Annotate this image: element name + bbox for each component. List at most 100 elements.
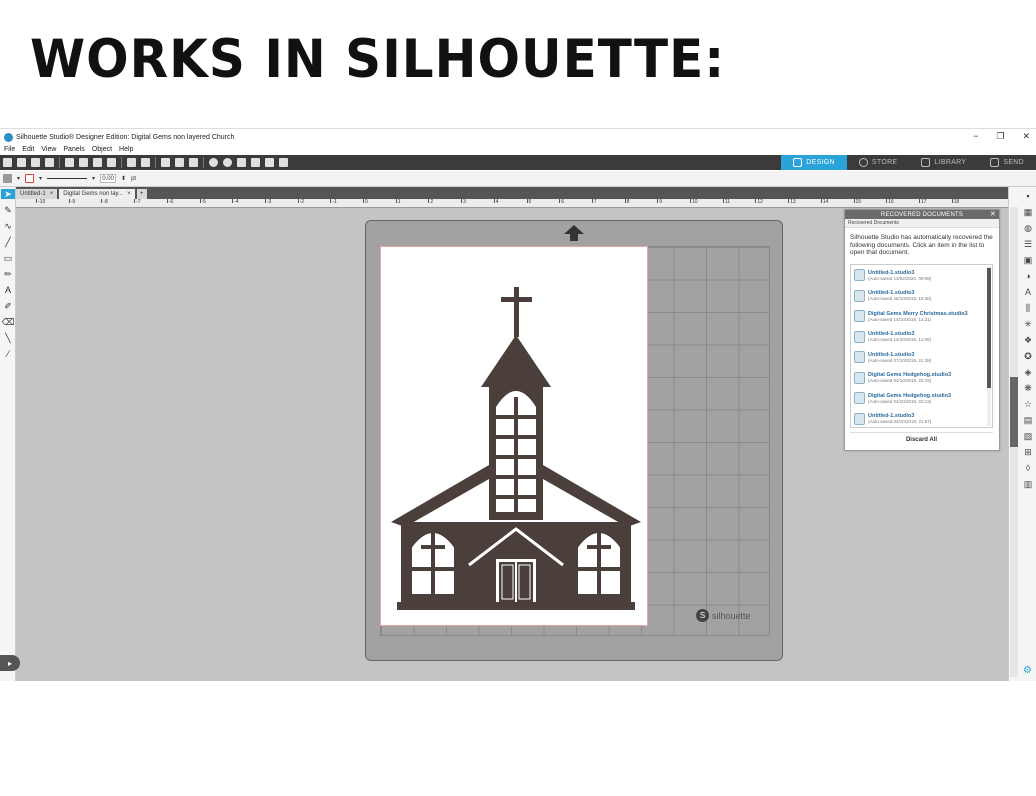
window-title: Silhouette Studio® Designer Edition: Dig… (16, 133, 235, 141)
rectangle-tool-icon[interactable]: ▭ (3, 253, 13, 263)
send-tab[interactable]: SEND (978, 155, 1036, 170)
line-style-dropdown-icon[interactable]: ▾ (92, 175, 95, 182)
studio-file-icon (854, 310, 865, 323)
print-icon[interactable] (45, 158, 54, 167)
recovered-item[interactable]: Digital Gems Hedgehog.studio3 (Auto-saved… (851, 368, 992, 389)
design-page[interactable] (380, 246, 648, 626)
text-tool-icon[interactable]: A (3, 285, 13, 295)
draw-tool-icon[interactable]: ✐ (3, 301, 13, 311)
emboss-panel-icon[interactable]: ◊ (1023, 463, 1033, 473)
line-color-swatch[interactable] (25, 174, 35, 183)
fill-pattern-icon[interactable] (3, 174, 12, 183)
redo-icon[interactable] (141, 158, 150, 167)
eraser-tool-icon[interactable]: ⌫ (2, 317, 15, 327)
line-panel-icon[interactable]: ☰ (1023, 239, 1033, 249)
recovered-item[interactable]: Digital Gems Merry Christmas.studio3 (Aut… (851, 306, 992, 327)
mat-brand-label: silhouette (712, 610, 751, 621)
ruler-tick (297, 199, 299, 203)
layers-panel-icon[interactable]: ▤ (1023, 415, 1033, 425)
new-tab-button[interactable]: + (136, 189, 147, 199)
vertical-scroll-thumb[interactable] (1010, 377, 1018, 447)
save-icon[interactable] (31, 158, 40, 167)
library-toggle-button[interactable]: ▸ (0, 655, 20, 671)
zoom-out-icon[interactable] (223, 158, 232, 167)
fit-page-icon[interactable] (279, 158, 288, 167)
list-scrollbar[interactable] (987, 266, 991, 426)
rhinestone-panel-icon[interactable]: ▥ (1023, 479, 1033, 489)
pencil-tool-icon[interactable]: ✏ (3, 269, 13, 279)
zoom-in-icon[interactable] (209, 158, 218, 167)
cut-icon[interactable] (65, 158, 74, 167)
select-tool-icon[interactable]: ➤ (1, 189, 15, 199)
hatch-panel-icon[interactable]: ▧ (1023, 431, 1033, 441)
star-panel-icon[interactable]: ☆ (1023, 399, 1033, 409)
menu-help[interactable]: Help (119, 146, 133, 153)
nesting-panel-icon[interactable]: ⊞ (1023, 447, 1033, 457)
recovered-item[interactable]: Digital Gems Hedgehog.studio3 (Auto-saved… (851, 388, 992, 409)
curve-tool-icon[interactable]: ∿ (3, 221, 13, 231)
transform-panel-icon[interactable]: ✳ (1023, 319, 1033, 329)
shadow-panel-icon[interactable]: ▣ (1023, 255, 1033, 265)
ungroup-icon[interactable] (175, 158, 184, 167)
copy-icon[interactable] (79, 158, 88, 167)
maximize-button[interactable]: ❐ (996, 131, 1004, 142)
canvas-vertical-scrollbar[interactable] (1010, 207, 1018, 677)
modify-panel-icon[interactable]: ✪ (1023, 351, 1033, 361)
gradient-panel-icon[interactable]: ◑ (1023, 271, 1033, 281)
recovered-item[interactable]: Untitled-1.studio3 (Auto-saved 07/10/2019… (851, 347, 992, 368)
ruler-tick (657, 199, 659, 203)
line-width-stepper[interactable]: ⬍ (121, 175, 126, 182)
group-icon[interactable] (161, 158, 170, 167)
recovered-item[interactable]: Untitled-1.studio3 (Auto-saved 04/10/2019… (851, 409, 992, 428)
page-setup-icon[interactable]: ▪ (1023, 191, 1033, 201)
doc-tab-church[interactable]: Digital Gems non lay... × (59, 189, 135, 199)
list-scroll-thumb[interactable] (987, 268, 991, 388)
menu-view[interactable]: View (41, 146, 56, 153)
menu-file[interactable]: File (4, 146, 15, 153)
doc-tab-untitled[interactable]: Untitled-1 × (16, 189, 58, 199)
recovered-item[interactable]: Untitled-1.studio3 (Auto-saved 13/02/2020… (851, 265, 992, 286)
menu-edit[interactable]: Edit (22, 146, 34, 153)
fill-dropdown-icon[interactable]: ▾ (17, 175, 20, 182)
offset-panel-icon[interactable]: ◈ (1023, 367, 1033, 377)
panel-title: RECOVERED DOCUMENTS (880, 211, 964, 218)
open-icon[interactable] (17, 158, 26, 167)
panel-close-icon[interactable]: ✕ (990, 210, 996, 218)
design-tab[interactable]: DESIGN (781, 155, 847, 170)
close-tab-icon[interactable]: × (127, 191, 131, 197)
recovered-item-time: (Auto-saved 04/10/2019, 22:15) (868, 378, 932, 384)
align-panel-icon[interactable]: ⫼ (1023, 303, 1033, 313)
close-button[interactable]: ✕ (1022, 131, 1030, 142)
recovered-item[interactable]: Untitled-1.studio3 (Auto-saved 14/10/2019… (851, 327, 992, 348)
line-color-dropdown-icon[interactable]: ▾ (39, 175, 42, 182)
store-tab[interactable]: STORE (847, 155, 910, 170)
minimize-button[interactable]: − (973, 131, 978, 142)
pixscan-icon[interactable]: ▦ (1023, 207, 1033, 217)
library-tab[interactable]: LIBRARY (909, 155, 978, 170)
delete-icon[interactable] (107, 158, 116, 167)
replicate-panel-icon[interactable]: ❖ (1023, 335, 1033, 345)
select-all-icon[interactable] (189, 158, 198, 167)
menu-panels[interactable]: Panels (63, 146, 84, 153)
recovered-item[interactable]: Untitled-1.studio3 (Auto-saved 26/10/2019… (851, 286, 992, 307)
edit-points-icon[interactable]: ✎ (3, 205, 13, 215)
church-design[interactable] (381, 247, 649, 627)
menu-object[interactable]: Object (92, 146, 112, 153)
trace-panel-icon[interactable]: ❋ (1023, 383, 1033, 393)
zoom-select-icon[interactable] (237, 158, 246, 167)
line-tool-icon[interactable]: ╱ (3, 237, 13, 247)
text-panel-icon[interactable]: A (1023, 287, 1033, 297)
hand-icon[interactable] (265, 158, 274, 167)
line-style-preview[interactable] (47, 178, 88, 179)
fill-panel-icon[interactable]: ◍ (1023, 223, 1033, 233)
close-tab-icon[interactable]: × (50, 191, 54, 197)
undo-icon[interactable] (127, 158, 136, 167)
line-width-input[interactable]: 0.00 (100, 174, 117, 183)
knife-tool-icon[interactable]: ╲ (3, 333, 13, 343)
paste-icon[interactable] (93, 158, 102, 167)
settings-gear-icon[interactable]: ⚙ (1023, 665, 1032, 676)
eyedropper-tool-icon[interactable]: ⁄ (3, 349, 13, 359)
pan-down-icon[interactable] (251, 158, 260, 167)
new-icon[interactable] (3, 158, 12, 167)
discard-all-button[interactable]: Discard All (850, 432, 993, 446)
